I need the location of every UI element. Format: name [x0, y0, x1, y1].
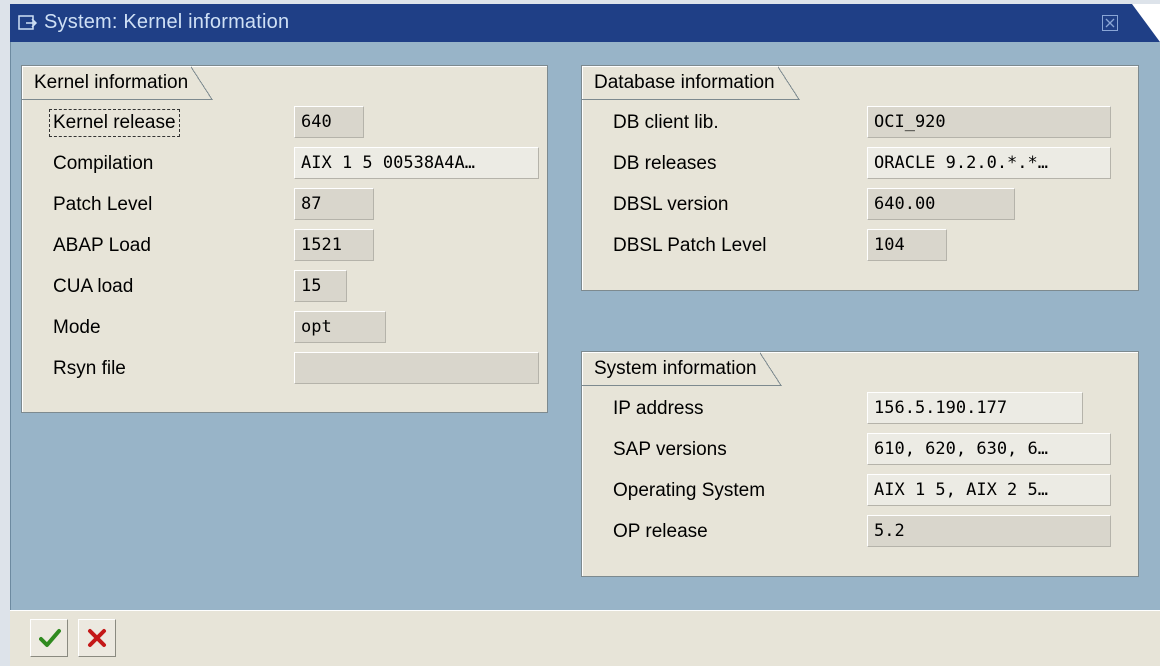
compilation-label: Compilation — [53, 153, 154, 174]
operating-system-field[interactable]: AIX 1 5, AIX 2 5… — [867, 474, 1111, 506]
close-icon — [1105, 18, 1115, 28]
db-client-lib-field[interactable]: OCI_920 — [867, 106, 1111, 138]
system-frame-heading: System information — [582, 352, 782, 386]
database-info-frame: Database information DB client lib. OCI_… — [581, 65, 1139, 291]
dialog-toolbar — [10, 610, 1160, 666]
rsyn-file-field[interactable] — [294, 352, 539, 384]
kernel-release-label: Kernel release — [49, 109, 180, 137]
dbsl-patch-level-field[interactable]: 104 — [867, 229, 947, 261]
db-client-lib-label: DB client lib. — [613, 112, 719, 133]
kernel-info-frame: Kernel information Kernel release 640 Co… — [21, 65, 548, 413]
dialog-content: Kernel information Kernel release 640 Co… — [10, 42, 1160, 610]
cua-load-field[interactable]: 15 — [294, 270, 347, 302]
cancel-x-icon — [88, 629, 106, 647]
db-releases-field[interactable]: ORACLE 9.2.0.*.*… — [867, 147, 1111, 179]
op-release-field[interactable]: 5.2 — [867, 515, 1111, 547]
close-button[interactable] — [1102, 15, 1118, 31]
db-releases-label: DB releases — [613, 153, 717, 174]
dbsl-version-field[interactable]: 640.00 — [867, 188, 1015, 220]
op-release-label: OP release — [613, 521, 708, 542]
system-info-frame: System information IP address 156.5.190.… — [581, 351, 1139, 577]
titlebar-corner — [1132, 4, 1160, 42]
compilation-field[interactable]: AIX 1 5 00538A4A… — [294, 147, 539, 179]
mode-field[interactable]: opt — [294, 311, 386, 343]
kernel-release-field[interactable]: 640 — [294, 106, 364, 138]
cancel-button[interactable] — [78, 619, 116, 657]
dbsl-version-label: DBSL version — [613, 194, 729, 215]
sap-versions-field[interactable]: 610, 620, 630, 6… — [867, 433, 1111, 465]
dbsl-patch-level-label: DBSL Patch Level — [613, 235, 767, 256]
abap-load-label: ABAP Load — [53, 235, 151, 256]
cua-load-label: CUA load — [53, 276, 134, 297]
operating-system-label: Operating System — [613, 480, 766, 501]
sap-versions-label: SAP versions — [613, 439, 727, 460]
ip-address-label: IP address — [613, 398, 704, 419]
window-title: System: Kernel information — [44, 11, 290, 33]
abap-load-field[interactable]: 1521 — [294, 229, 374, 261]
confirm-button[interactable] — [30, 619, 68, 657]
patch-level-field[interactable]: 87 — [294, 188, 374, 220]
patch-level-label: Patch Level — [53, 194, 153, 215]
window-menu-icon[interactable] — [18, 15, 38, 31]
rsyn-file-label: Rsyn file — [53, 358, 126, 379]
kernel-info-dialog: System: Kernel information Kernel inform… — [0, 0, 1160, 666]
ip-address-field[interactable]: 156.5.190.177 — [867, 392, 1083, 424]
title-bar: System: Kernel information — [10, 4, 1160, 42]
kernel-frame-heading: Kernel information — [22, 66, 214, 100]
database-frame-heading: Database information — [582, 66, 800, 100]
mode-label: Mode — [53, 317, 101, 338]
checkmark-icon — [39, 629, 61, 647]
